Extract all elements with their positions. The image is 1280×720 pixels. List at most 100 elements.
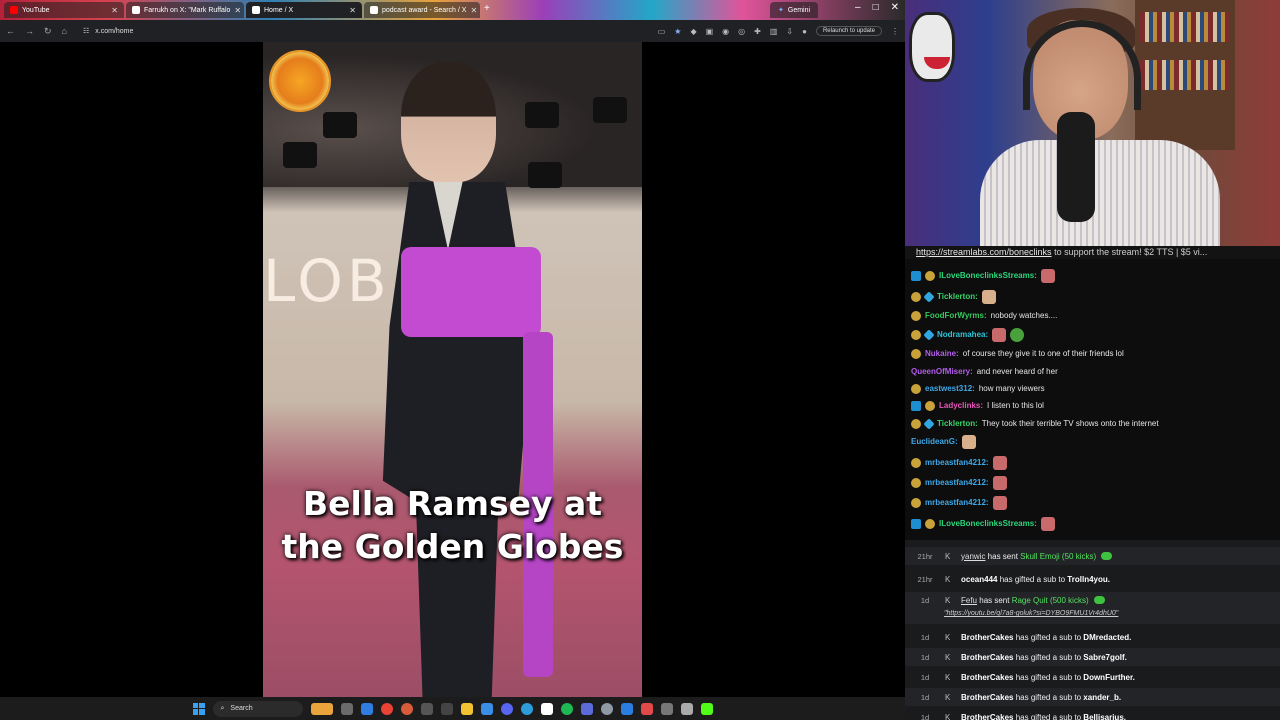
close-icon[interactable]: ✕ [349,6,356,15]
cast-icon[interactable]: ▭ [658,27,666,36]
puzzle-icon[interactable]: ✚ [754,27,761,36]
profile-avatar-icon[interactable]: ● [802,27,807,36]
home-icon[interactable]: ⌂ [62,26,67,36]
event-link[interactable]: "https://youtu.be/ql7a8-goluk?si=DYBO9FM… [944,610,1118,617]
close-icon[interactable]: ✕ [470,6,477,15]
edge-icon[interactable] [360,702,373,715]
event-username[interactable]: BrotherCakes [961,713,1013,720]
chat-username[interactable]: mrbeastfan4212: [925,458,989,467]
back-arrow-icon[interactable]: ← [6,26,15,36]
chat-username[interactable]: Ladyclinks: [939,401,983,410]
app-icon[interactable] [520,702,533,715]
wall-lettering: LOB [263,247,391,315]
chat-username[interactable]: mrbeastfan4212: [925,498,989,507]
app-icon[interactable] [580,702,593,715]
emote-icon [981,289,996,304]
event-target: xander_b. [1083,692,1122,702]
chat-username[interactable]: Nodramahea: [937,330,988,339]
tab-youtube[interactable]: YouTube ✕ [4,2,124,18]
widget-icon[interactable] [310,702,333,715]
forward-arrow-icon[interactable]: → [25,26,34,36]
emote-icon [1040,516,1055,531]
extension-icon[interactable]: ◎ [738,27,745,36]
event-action: has gifted a sub to [1013,652,1084,662]
event-username[interactable]: BrotherCakes [961,653,1013,662]
close-icon[interactable]: ✕ [111,6,118,15]
close-window-button[interactable]: ✕ [891,2,899,13]
site-info-icon[interactable]: ☷ [83,27,89,35]
windows-start-icon[interactable] [192,702,205,715]
event-action: has gifted a sub to [1013,692,1084,702]
chat-username[interactable]: Nukaine: [925,349,959,358]
emote-icon [1010,327,1025,342]
event-username[interactable]: Fefu [961,596,977,605]
vip-badge-icon [923,417,935,430]
event-username[interactable]: BrotherCakes [961,693,1013,702]
chat-username[interactable]: QueenOfMisery: [911,367,973,376]
event-username[interactable]: BrotherCakes [961,633,1013,642]
purple-sash [401,247,541,337]
discord-icon[interactable] [500,702,513,715]
event-username[interactable]: BrotherCakes [961,673,1013,682]
search-icon: ⌕ [220,704,225,712]
app-icon[interactable] [680,702,693,715]
event-action: has gifted a sub to [1013,672,1084,682]
event-username[interactable]: ocean444 [961,575,997,584]
event-time: 1d [920,596,930,605]
chat-username[interactable]: Ticklerton: [937,419,978,428]
chat-username[interactable]: mrbeastfan4212: [925,478,989,487]
video-player[interactable]: LOB Bella Ramsey at the Golden Globes [263,42,642,697]
chrome-canary-icon[interactable] [400,702,413,715]
extension-icon[interactable]: ◉ [722,27,729,36]
tab-podcast-search[interactable]: podcast award - Search / X ✕ [364,2,480,18]
relaunch-button[interactable]: Relaunch to update [815,26,882,36]
app-icon[interactable] [600,702,613,715]
kick-icon[interactable] [700,702,713,715]
chat-username[interactable]: EuclideanG: [911,437,958,446]
extension-icon[interactable]: ◆ [690,27,696,36]
event-action: has gifted a sub to [1013,712,1084,720]
tab-farrukh[interactable]: Farrukh on X: "Mark Ruffalo ✕ [126,2,244,18]
chat-username[interactable]: Ticklerton: [937,292,978,301]
close-icon[interactable]: ✕ [234,6,241,15]
minimize-button[interactable]: – [855,2,861,13]
reload-icon[interactable]: ↻ [44,26,52,37]
event-action: has gifted a sub to [1013,632,1084,642]
sidebar-icon[interactable]: ▥ [770,27,778,36]
extension-icon[interactable]: ▣ [706,27,714,36]
maximize-button[interactable]: □ [873,2,879,13]
menu-kebab-icon[interactable]: ⋮ [891,27,899,36]
app-icon[interactable] [480,702,493,715]
tab-gemini[interactable]: ✦ Gemini [770,2,819,18]
file-explorer-icon[interactable] [460,702,473,715]
taskbar-search[interactable]: ⌕ Search [212,700,303,717]
chat-message: eastwest312: how many viewers [911,380,1045,397]
event-row: 1d K BrotherCakes has gifted a sub to xand… [905,688,1280,706]
chat-username[interactable]: eastwest312: [925,384,975,393]
chat-username[interactable]: ILoveBoneclinksStreams: [939,519,1037,528]
bookmark-star-icon[interactable]: ★ [674,27,681,36]
app-icon[interactable] [640,702,653,715]
ticker-text: to support the stream! $2 TTS | $5 vi... [1051,247,1208,257]
chrome-icon[interactable] [380,702,393,715]
chat-username[interactable]: ILoveBoneclinksStreams: [939,271,1037,280]
emote-icon [1040,268,1055,283]
app-icon[interactable] [660,702,673,715]
event-username[interactable]: yanwic [961,552,985,561]
app-icon[interactable] [540,702,553,715]
tab-home-x[interactable]: Home / X ✕ [246,2,362,18]
chat-text: They took their terrible TV shows onto t… [981,419,1159,428]
spotify-icon[interactable] [560,702,573,715]
event-target: Trolln4you. [1067,574,1110,584]
chat-username[interactable]: FoodForWyrms: [925,311,987,320]
streamlabs-link[interactable]: https://streamlabs.com/boneclinks [916,247,1052,257]
task-view-icon[interactable] [340,702,353,715]
gemini-icon: ✦ [778,7,784,14]
caption-line-1: Bella Ramsey at [302,484,603,523]
new-tab-button[interactable]: + [484,3,490,14]
app-icon[interactable] [620,702,633,715]
address-bar[interactable]: ☷ x.com/home [76,23,607,39]
app-icon[interactable] [440,702,453,715]
download-icon[interactable]: ⇩ [786,27,793,36]
app-icon[interactable] [420,702,433,715]
